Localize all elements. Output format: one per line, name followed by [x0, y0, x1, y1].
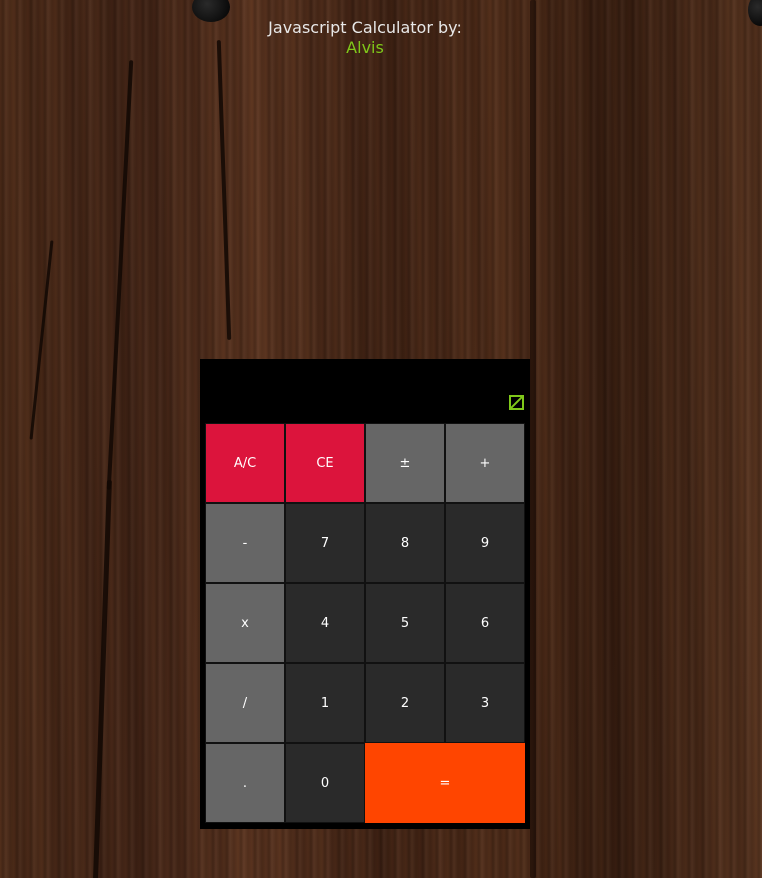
- page-header: Javascript Calculator by: Alvis: [0, 18, 730, 58]
- add-button[interactable]: +: [445, 423, 525, 503]
- calculator: A/C CE ± + - 7 8 9 x 4 5 6 / 1 2 3 . 0 =: [200, 359, 530, 829]
- digit-0-button[interactable]: 0: [285, 743, 365, 823]
- digit-7-button[interactable]: 7: [285, 503, 365, 583]
- digit-1-button[interactable]: 1: [285, 663, 365, 743]
- wood-crack: [93, 480, 112, 878]
- page-title: Javascript Calculator by:: [268, 18, 462, 37]
- digit-4-button[interactable]: 4: [285, 583, 365, 663]
- digit-2-button[interactable]: 2: [365, 663, 445, 743]
- digit-6-button[interactable]: 6: [445, 583, 525, 663]
- multiply-button[interactable]: x: [205, 583, 285, 663]
- wood-knot: [748, 0, 762, 26]
- wood-crack: [530, 0, 536, 878]
- decimal-button[interactable]: .: [205, 743, 285, 823]
- digit-8-button[interactable]: 8: [365, 503, 445, 583]
- wood-crack: [106, 60, 134, 490]
- no-value-icon: [509, 395, 524, 410]
- digit-9-button[interactable]: 9: [445, 503, 525, 583]
- calculator-display: [200, 359, 530, 423]
- divide-button[interactable]: /: [205, 663, 285, 743]
- author-link[interactable]: Alvis: [0, 38, 730, 58]
- keypad: A/C CE ± + - 7 8 9 x 4 5 6 / 1 2 3 . 0 =: [205, 423, 525, 823]
- subtract-button[interactable]: -: [205, 503, 285, 583]
- clear-entry-button[interactable]: CE: [285, 423, 365, 503]
- digit-3-button[interactable]: 3: [445, 663, 525, 743]
- plus-minus-button[interactable]: ±: [365, 423, 445, 503]
- digit-5-button[interactable]: 5: [365, 583, 445, 663]
- wood-crack: [216, 40, 232, 340]
- wood-crack: [29, 240, 54, 440]
- equals-button[interactable]: =: [365, 743, 525, 823]
- all-clear-button[interactable]: A/C: [205, 423, 285, 503]
